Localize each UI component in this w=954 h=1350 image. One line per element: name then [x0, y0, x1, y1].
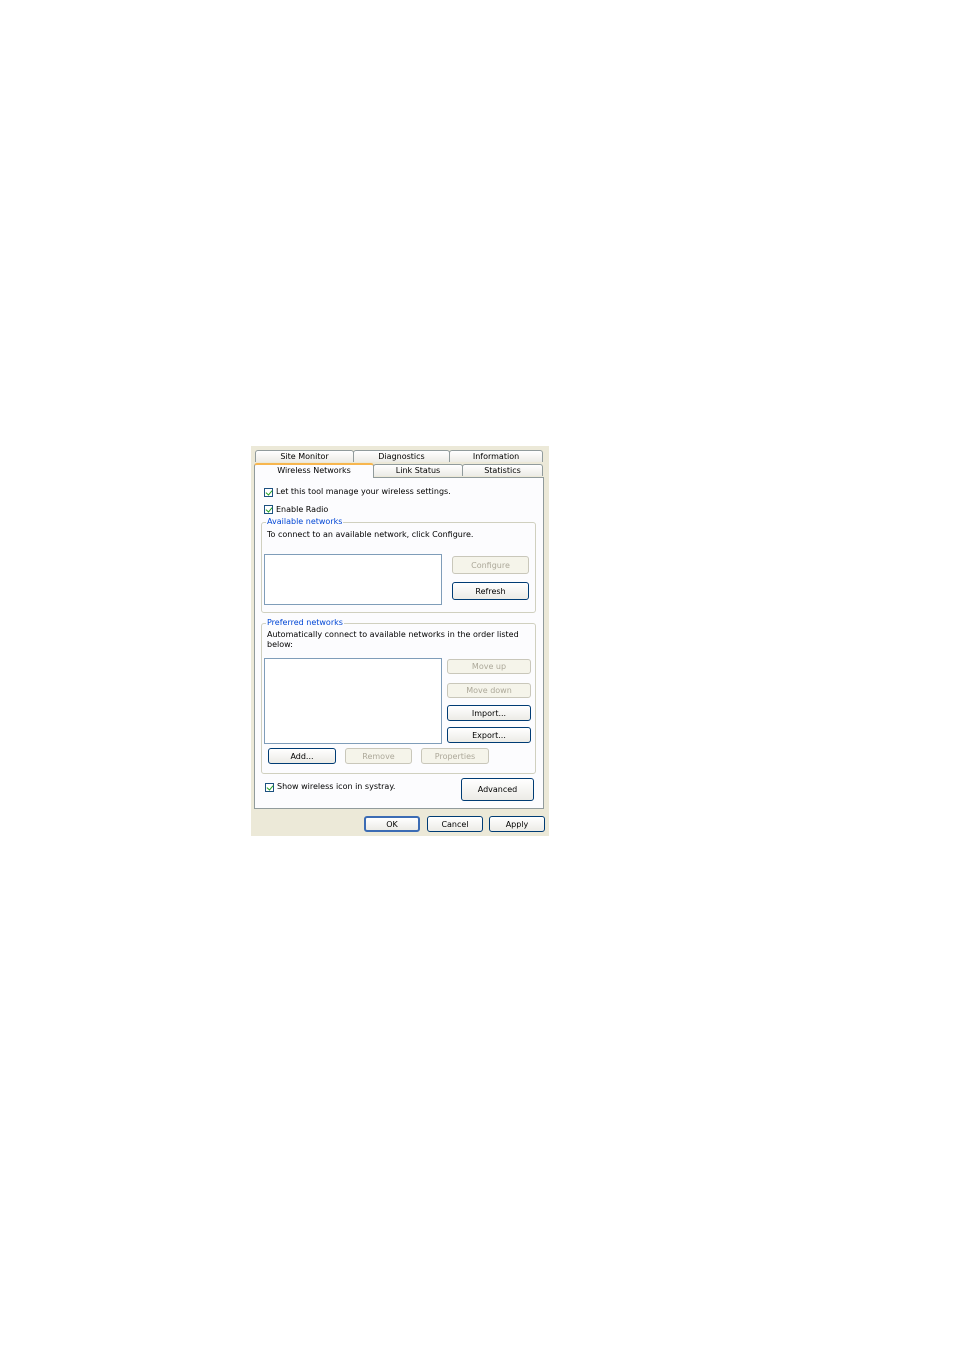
configure-button[interactable]: Configure [452, 556, 529, 574]
tab-panel-wireless-networks: Let this tool manage your wireless setti… [254, 477, 544, 809]
export-button[interactable]: Export... [447, 727, 531, 743]
move-up-button[interactable]: Move up [447, 659, 531, 674]
tab-statistics[interactable]: Statistics [462, 464, 543, 476]
tab-wireless-networks[interactable]: Wireless Networks [254, 463, 374, 478]
manage-settings-checkbox[interactable] [264, 488, 273, 497]
preferred-networks-title: Preferred networks [266, 618, 344, 628]
preferred-networks-group: Preferred networks Automatically connect… [261, 618, 536, 774]
available-networks-group: Available networks To connect to an avai… [261, 517, 536, 613]
enable-radio-label: Enable Radio [276, 505, 329, 514]
tab-link-status[interactable]: Link Status [373, 464, 463, 476]
properties-button[interactable]: Properties [421, 748, 489, 764]
preferred-networks-description-line1: Automatically connect to available netwo… [267, 630, 519, 639]
available-networks-title: Available networks [266, 517, 344, 527]
preferred-networks-description-line2: below: [267, 640, 293, 649]
available-networks-list[interactable] [264, 554, 442, 605]
tab-site-monitor[interactable]: Site Monitor [255, 450, 354, 462]
refresh-button[interactable]: Refresh [452, 582, 529, 600]
available-networks-description: To connect to an available network, clic… [267, 530, 474, 539]
import-button[interactable]: Import... [447, 705, 531, 721]
add-button[interactable]: Add... [268, 748, 336, 764]
wireless-settings-dialog: Site Monitor Diagnostics Information Wir… [251, 446, 549, 836]
enable-radio-checkbox[interactable] [264, 505, 273, 514]
advanced-button[interactable]: Advanced [461, 778, 534, 801]
show-systray-icon-checkbox[interactable] [265, 783, 274, 792]
show-systray-icon-label: Show wireless icon in systray. [277, 782, 396, 791]
tab-diagnostics[interactable]: Diagnostics [353, 450, 450, 462]
tab-information[interactable]: Information [449, 450, 543, 462]
preferred-networks-list[interactable] [264, 658, 442, 744]
ok-button[interactable]: OK [364, 816, 420, 832]
cancel-button[interactable]: Cancel [427, 816, 483, 832]
remove-button[interactable]: Remove [345, 748, 412, 764]
move-down-button[interactable]: Move down [447, 683, 531, 698]
apply-button[interactable]: Apply [489, 816, 545, 832]
manage-settings-label: Let this tool manage your wireless setti… [276, 487, 451, 496]
